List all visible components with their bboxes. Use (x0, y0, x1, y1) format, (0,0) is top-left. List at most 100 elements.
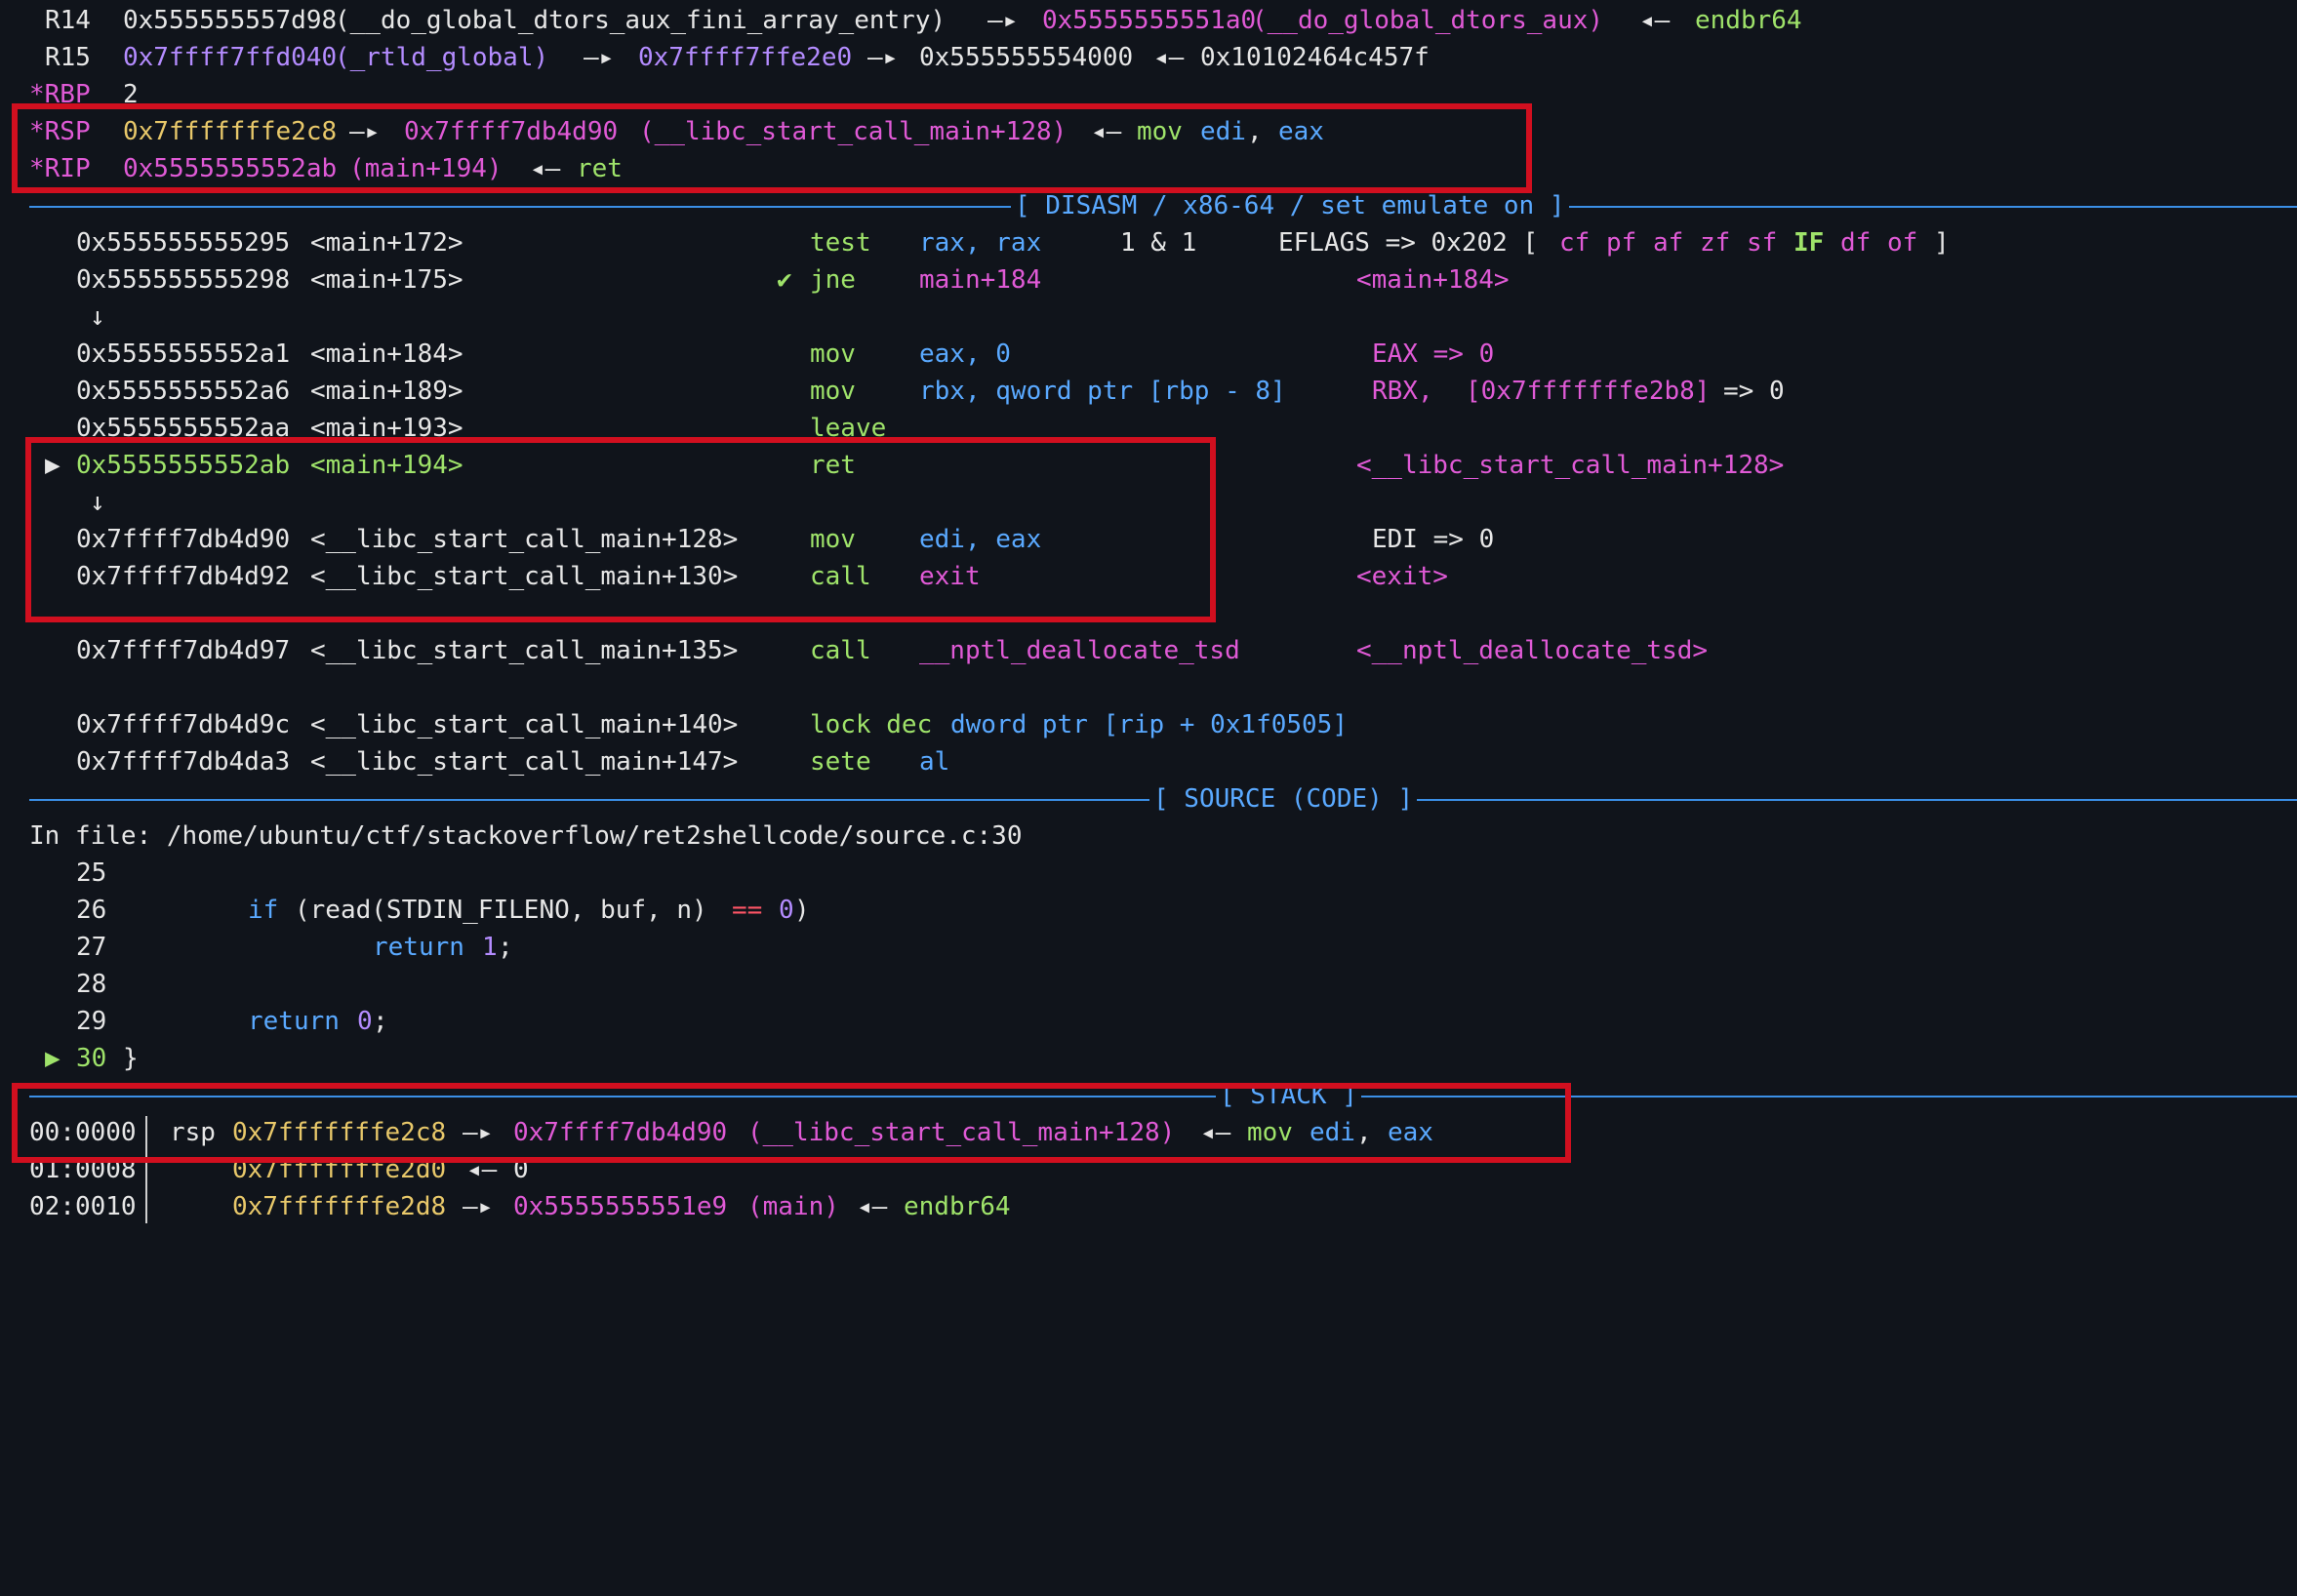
disasm-row: 0x555555555298 <main+175> ✔ jne main+184… (0, 261, 1510, 299)
disasm-row: 0x7ffff7db4d9c <__libc_start_call_main+1… (0, 706, 1348, 743)
stack-address: 0x7fffffffe2d8 (232, 1192, 447, 1221)
number-literal: 1 (482, 933, 498, 962)
register-symbol: (__do_global_dtors_aux_fini_array_entry) (335, 6, 947, 35)
flag-af: af (1653, 228, 1684, 258)
keyword: return (248, 1007, 340, 1036)
instruction-symbol: <__libc_start_call_main+140> (310, 710, 739, 739)
instruction-address: 0x7ffff7db4da3 (76, 747, 291, 777)
instruction-args: al (919, 747, 950, 777)
pointer-value: 0x10102464c457f (1200, 43, 1430, 72)
pointer-symbol: (main) (747, 1192, 839, 1221)
register-name: R14 (45, 6, 91, 35)
instruction-address: 0x5555555552a1 (76, 339, 291, 369)
instruction-address: 0x555555555295 (76, 228, 291, 258)
instruction-args: dword ptr [rip + 0x1f0505] (950, 710, 1348, 739)
flag-sf: sf (1747, 228, 1778, 258)
instruction-symbol: <main+184> (310, 339, 463, 369)
line-number: 30 (76, 1044, 107, 1073)
instruction-comment: EDI => 0 (1372, 525, 1495, 554)
instruction-op: sete (810, 747, 871, 777)
highlight-box-stack (12, 1083, 1571, 1163)
flag-of: of (1887, 228, 1918, 258)
flag-df: df (1840, 228, 1872, 258)
current-line-icon: ▶ (45, 1044, 60, 1073)
keyword: if (248, 896, 279, 925)
instruction-symbol: <main+175> (310, 265, 463, 295)
source-line: 29 return 0 ; (0, 1003, 388, 1040)
instruction-op: jne (810, 265, 856, 295)
instruction-address: 0x7ffff7db4d9c (76, 710, 291, 739)
disasm-row: 0x5555555552a1 <main+184> mov eax, 0 EAX… (0, 336, 1494, 373)
instruction-args: eax, 0 (919, 339, 1011, 369)
instruction-comment: <main+184> (1356, 265, 1510, 295)
down-arrow-icon: ↓ (90, 302, 105, 332)
disasm-row: 0x5555555552a6 <main+189> mov rbx, qword… (0, 373, 1785, 410)
source-code: } (123, 1044, 139, 1073)
register-value: 0x7ffff7ffd040 (123, 43, 338, 72)
instruction-comment: RBX, (1372, 377, 1433, 406)
source-line-current: ▶ 30 } (0, 1040, 139, 1077)
source-line: 26 if (read(STDIN_FILENO, buf, n) == 0 ) (0, 892, 810, 929)
instruction-symbol: <main+189> (310, 377, 463, 406)
instruction-comment: 1 & 1 (1120, 228, 1197, 258)
line-number: 28 (76, 970, 107, 999)
instruction-args: rbx, qword ptr [rbp - 8] (919, 377, 1286, 406)
instruction-text: endbr64 (904, 1192, 1011, 1221)
instruction-op: mov (810, 377, 856, 406)
register-value: 0x555555557d98 (123, 6, 338, 35)
flag-if: IF (1793, 228, 1825, 258)
pointer-value: 0x555555554000 (919, 43, 1134, 72)
instruction-comment: EFLAGS => 0x202 [ (1278, 228, 1539, 258)
instruction-op: lock dec (810, 710, 933, 739)
comment-value: => 0 (1723, 377, 1785, 406)
register-r14: R14 0x555555557d98 (__do_global_dtors_au… (0, 2, 1802, 39)
jump-arrow: ↓ (0, 299, 105, 336)
source-file-line: In file: /home/ubuntu/ctf/stackoverflow/… (0, 818, 1022, 855)
instruction-args: main+184 (919, 265, 1042, 295)
pointer-value: 0x7ffff7ffe2e0 (638, 43, 853, 72)
instruction-symbol: <main+172> (310, 228, 463, 258)
line-number: 26 (76, 896, 107, 925)
source-line: 27 return 1 ; (0, 929, 513, 966)
instruction-op: call (810, 636, 871, 665)
instruction-comment: <__libc_start_call_main+128> (1356, 451, 1785, 480)
instruction-args: rax, rax (919, 228, 1042, 258)
disasm-row: 0x7ffff7db4d97 <__libc_start_call_main+1… (0, 632, 1708, 669)
line-number: 29 (76, 1007, 107, 1036)
disasm-row: 0x555555555295 <main+172> test rax, rax … (0, 224, 1950, 261)
operator: == (732, 896, 763, 925)
register-symbol: (_rtld_global) (335, 43, 549, 72)
instruction-text: endbr64 (1695, 6, 1802, 35)
highlight-box-registers (12, 103, 1532, 193)
number-literal: 0 (357, 1007, 373, 1036)
flag-pf: pf (1606, 228, 1637, 258)
pointer-symbol: (__do_global_dtors_aux) (1252, 6, 1604, 35)
instruction-address: 0x7ffff7db4d97 (76, 636, 291, 665)
instruction-symbol: <__libc_start_call_main+147> (310, 747, 739, 777)
instruction-address: 0x5555555552a6 (76, 377, 291, 406)
comment-address: [0x7fffffffe2b8] (1466, 377, 1711, 406)
instruction-comment: <exit> (1356, 562, 1448, 591)
flag-cf: cf (1559, 228, 1591, 258)
source-line: 25 (0, 855, 106, 892)
pointer-value: 0x5555555551a0 (1042, 6, 1257, 35)
instruction-symbol: <__libc_start_call_main+135> (310, 636, 739, 665)
instruction-args: __nptl_deallocate_tsd (919, 636, 1240, 665)
source-title: [ SOURCE (CODE) ] (1149, 780, 1418, 818)
flag-zf: zf (1700, 228, 1731, 258)
line-number: 25 (76, 858, 107, 888)
source-code: (read(STDIN_FILENO, buf, n) (295, 896, 707, 925)
instruction-address: 0x555555555298 (76, 265, 291, 295)
instruction-comment: EAX => 0 (1372, 339, 1495, 369)
line-number: 27 (76, 933, 107, 962)
instruction-comment: <__nptl_deallocate_tsd> (1356, 636, 1709, 665)
source-separator: [ SOURCE (CODE) ] (29, 780, 2297, 818)
gdb-terminal: R14 0x555555557d98 (__do_global_dtors_au… (0, 0, 2297, 1272)
pointer-value: 0x5555555551e9 (513, 1192, 728, 1221)
number-literal: 0 (779, 896, 794, 925)
stack-row: 02:0010 0x7fffffffe2d8 —▸ 0x5555555551e9… (0, 1188, 1011, 1225)
disasm-row: 0x7ffff7db4da3 <__libc_start_call_main+1… (0, 743, 949, 780)
register-name: R15 (45, 43, 91, 72)
keyword: return (373, 933, 464, 962)
checkmark-icon: ✔ (777, 265, 792, 295)
